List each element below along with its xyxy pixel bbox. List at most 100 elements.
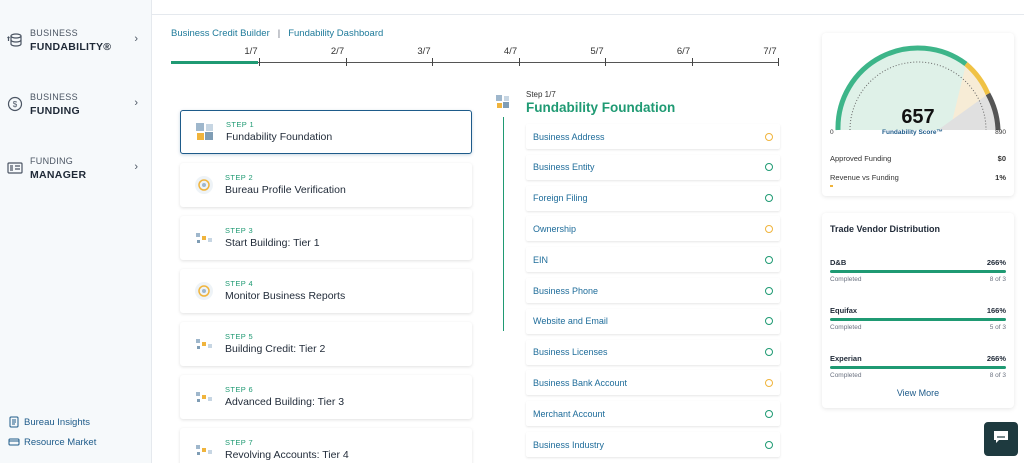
checklist-item[interactable]: EIN (526, 247, 780, 273)
bureau-insights-link[interactable]: Bureau Insights (8, 416, 90, 428)
step-card-3[interactable]: STEP 3 Start Building: Tier 1 (180, 216, 472, 260)
chat-icon (993, 430, 1009, 449)
progress-tick-label[interactable]: 7/7 (763, 46, 776, 57)
progress-tick-label[interactable]: 1/7 (244, 46, 257, 57)
vendor-progress-bar (830, 318, 1006, 321)
step-number: STEP 4 (225, 279, 254, 288)
breadcrumb: Business Credit Builder | Fundability Da… (171, 28, 383, 39)
step-number: STEP 2 (225, 173, 254, 182)
vendor-name: D&B (830, 258, 847, 267)
checklist-item-label: EIN (533, 254, 549, 265)
resource-market-link[interactable]: Resource Market (8, 436, 96, 448)
checklist-item[interactable]: Business Address (526, 124, 780, 149)
step-title: Advanced Building: Tier 3 (225, 396, 345, 408)
checklist-item[interactable]: Business Licenses (526, 339, 780, 365)
vendor-count: 8 of 3 (989, 372, 1006, 379)
step-title: Bureau Profile Verification (225, 184, 346, 196)
gauge-min: 0 (830, 129, 834, 136)
status-circle-icon (765, 132, 773, 141)
blocks-icon (192, 438, 216, 462)
status-circle-icon (765, 286, 773, 295)
checklist-item[interactable]: Ownership (526, 216, 780, 242)
breadcrumb-fundability-dashboard[interactable]: Fundability Dashboard (288, 28, 383, 39)
checklist-item[interactable]: Business Entity (526, 154, 780, 180)
sidebar-item-top-label: BUSINESS (30, 28, 78, 38)
vendor-row: Experian 266% Completed 8 of 3 (830, 354, 1006, 379)
progress-tick (518, 58, 520, 66)
progress-tick-label[interactable]: 2/7 (331, 46, 344, 57)
sidebar-item-business-funding[interactable]: $ BUSINESS FUNDING › (6, 82, 146, 126)
fundability-score-card: 657 Fundability Score™ 0 890 Approved Fu… (822, 33, 1014, 196)
checklist-item-label: Business Bank Account (533, 377, 628, 388)
progress-track (171, 62, 779, 63)
progress-tick-label[interactable]: 5/7 (590, 46, 603, 57)
dashboard-icon (6, 159, 24, 177)
sidebar-item-business-fundability[interactable]: BUSINESS FUNDABILITY® › (6, 18, 146, 62)
blocks-icon (192, 332, 216, 356)
sidebar-item-label: FUNDABILITY® (30, 41, 112, 53)
dollar-circle-icon: $ (6, 95, 24, 113)
cart-icon (8, 436, 20, 448)
progress-tick (605, 58, 606, 66)
vendor-status: Completed (830, 372, 862, 379)
checklist-item[interactable]: Business Phone (526, 278, 780, 303)
sidebar: BUSINESS FUNDABILITY® › $ BUSINESS FUNDI… (0, 0, 152, 463)
progress-tick-label[interactable]: 6/7 (677, 46, 690, 57)
puzzle-icon (495, 94, 511, 110)
checklist-item-label: Business Phone (533, 285, 599, 296)
status-circle-icon (765, 224, 773, 233)
vendor-count: 5 of 3 (989, 324, 1006, 331)
bureau-insights-label: Bureau Insights (24, 416, 91, 428)
vendor-name: Equifax (830, 306, 858, 315)
step-card-5[interactable]: STEP 5 Building Credit: Tier 2 (180, 322, 472, 366)
sidebar-item-label: FUNDING (30, 105, 80, 117)
score-value: 657 (901, 106, 935, 128)
step-title: Monitor Business Reports (225, 290, 346, 302)
checklist-item-label: Business Industry (533, 439, 605, 450)
status-circle-icon (765, 348, 773, 357)
blocks-icon (192, 226, 216, 250)
blocks-icon (192, 385, 216, 409)
step-title: Start Building: Tier 1 (225, 237, 320, 249)
step-card-7[interactable]: STEP 7 Revolving Accounts: Tier 4 (180, 428, 472, 463)
progress-tick-label[interactable]: 4/7 (504, 46, 517, 57)
progress-tick (345, 58, 347, 66)
progress-tick-label[interactable]: 3/7 (417, 46, 430, 57)
status-circle-icon (765, 378, 773, 387)
breadcrumb-business-credit-builder[interactable]: Business Credit Builder (171, 28, 270, 39)
revenue-vs-funding-row: Revenue vs Funding 1% (830, 173, 1006, 182)
checklist-item-label: Merchant Account (533, 408, 606, 419)
checklist-item-label: Website and Email (533, 316, 608, 327)
checklist-item[interactable]: Merchant Account (526, 401, 780, 427)
vendor-progress-bar (830, 366, 1006, 369)
magnifier-icon (192, 279, 216, 303)
progress-tick (432, 58, 433, 66)
top-bar (152, 0, 1024, 15)
checklist-item[interactable]: Foreign Filing (526, 185, 780, 211)
checklist-item-label: Ownership (533, 223, 577, 234)
step-card-6[interactable]: STEP 6 Advanced Building: Tier 3 (180, 375, 472, 419)
trade-vendor-card: Trade Vendor Distribution D&B 266% Complet… (822, 213, 1014, 408)
revenue-progress-bar (830, 185, 833, 187)
status-circle-icon (765, 255, 773, 264)
revenue-vs-funding-label: Revenue vs Funding (830, 173, 899, 182)
checklist-item[interactable]: Website and Email (526, 308, 780, 334)
step-number: STEP 3 (225, 226, 254, 235)
checklist-item-label: Business Address (533, 131, 605, 142)
step-number: STEP 1 (226, 120, 255, 129)
status-circle-icon (765, 163, 773, 172)
vendor-status: Completed (830, 276, 862, 283)
step-card-1[interactable]: STEP 1 Fundability Foundation (180, 110, 472, 154)
checklist-item[interactable]: Business Bank Account (526, 370, 780, 396)
vendor-status: Completed (830, 324, 862, 331)
checklist-item-label: Foreign Filing (533, 193, 588, 204)
chat-button[interactable] (984, 422, 1018, 456)
sidebar-item-funding-manager[interactable]: FUNDING MANAGER › (6, 146, 146, 190)
step-card-2[interactable]: STEP 2 Bureau Profile Verification (180, 163, 472, 207)
database-icon (6, 31, 24, 49)
detail-step-label: Step 1/7 (526, 90, 556, 99)
document-icon (8, 416, 20, 428)
step-card-4[interactable]: STEP 4 Monitor Business Reports (180, 269, 472, 313)
checklist-item[interactable]: Business Industry (526, 432, 780, 457)
view-more-link[interactable]: View More (822, 388, 1014, 398)
